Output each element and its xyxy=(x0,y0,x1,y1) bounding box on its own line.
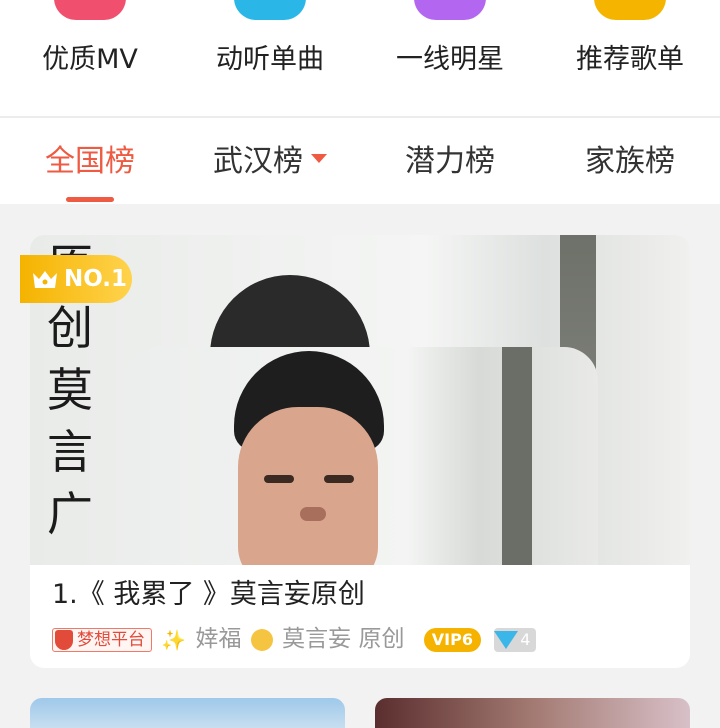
portrait-nose xyxy=(300,507,326,521)
category-label: 优质MV xyxy=(42,44,138,75)
portrait-eye xyxy=(264,475,294,483)
portrait-door xyxy=(502,347,532,565)
star-icon xyxy=(414,0,486,20)
crown-icon xyxy=(33,271,57,288)
category-label: 推荐歌单 xyxy=(576,44,684,75)
category-playlists[interactable]: 推荐歌单 xyxy=(540,0,720,116)
category-label: 动听单曲 xyxy=(216,44,324,75)
rank-badge: NO.1 xyxy=(20,255,132,303)
category-mv[interactable]: 优质MV xyxy=(0,0,180,116)
platform-tag-label: 梦想平台 xyxy=(77,629,145,650)
cover-portrait xyxy=(124,347,598,565)
song-title[interactable]: 1.《 我累了 》莫言妄原创 xyxy=(52,575,365,615)
diamond-icon xyxy=(494,631,519,649)
portrait-face xyxy=(238,407,378,565)
emoji-icon xyxy=(250,628,273,651)
feature-song-card[interactable]: 原创莫言广 1.《 我累了 》莫言妄原创 梦想平台 ✨ 婞福 莫言妄 原创 VI… xyxy=(30,235,690,668)
playlist-icon xyxy=(594,0,666,20)
category-singles[interactable]: 动听单曲 xyxy=(180,0,360,116)
platform-tag: 梦想平台 xyxy=(52,627,152,652)
song-card-thumbnail[interactable] xyxy=(375,698,690,728)
category-stars[interactable]: 一线明星 xyxy=(360,0,540,116)
artist-name[interactable]: 莫言妄 原创 xyxy=(282,626,404,652)
vip-badge: VIP6 xyxy=(423,627,481,652)
song-card-thumbnail[interactable] xyxy=(30,698,345,728)
chevron-down-icon xyxy=(311,154,327,163)
diamond-count: 4 xyxy=(520,629,531,649)
tab-label: 全国榜 xyxy=(45,144,135,179)
mv-icon xyxy=(54,0,126,20)
tab-national[interactable]: 全国榜 xyxy=(0,118,180,204)
diamond-badge: 4 xyxy=(494,627,537,652)
active-tab-indicator xyxy=(66,197,114,202)
chart-tabs: 全国榜 武汉榜 潜力榜 家族榜 xyxy=(0,118,720,204)
category-label: 一线明星 xyxy=(396,44,504,75)
artist-prefix: 婞福 xyxy=(195,626,242,652)
portrait-eye xyxy=(324,475,354,483)
tab-family[interactable]: 家族榜 xyxy=(540,118,720,204)
song-meta: 梦想平台 ✨ 婞福 莫言妄 原创 VIP6 4 xyxy=(52,623,537,655)
tab-label: 潜力榜 xyxy=(405,144,495,179)
shield-icon xyxy=(55,629,73,650)
tab-label: 家族榜 xyxy=(585,144,675,179)
category-bar: 优质MV 动听单曲 一线明星 推荐歌单 xyxy=(0,0,720,116)
rank-label: NO.1 xyxy=(64,266,128,292)
music-note-icon xyxy=(234,0,306,20)
tab-wuhan[interactable]: 武汉榜 xyxy=(180,118,360,204)
tab-label: 武汉榜 xyxy=(213,144,303,179)
tab-potential[interactable]: 潜力榜 xyxy=(360,118,540,204)
sparkle-icon: ✨ xyxy=(161,627,187,652)
